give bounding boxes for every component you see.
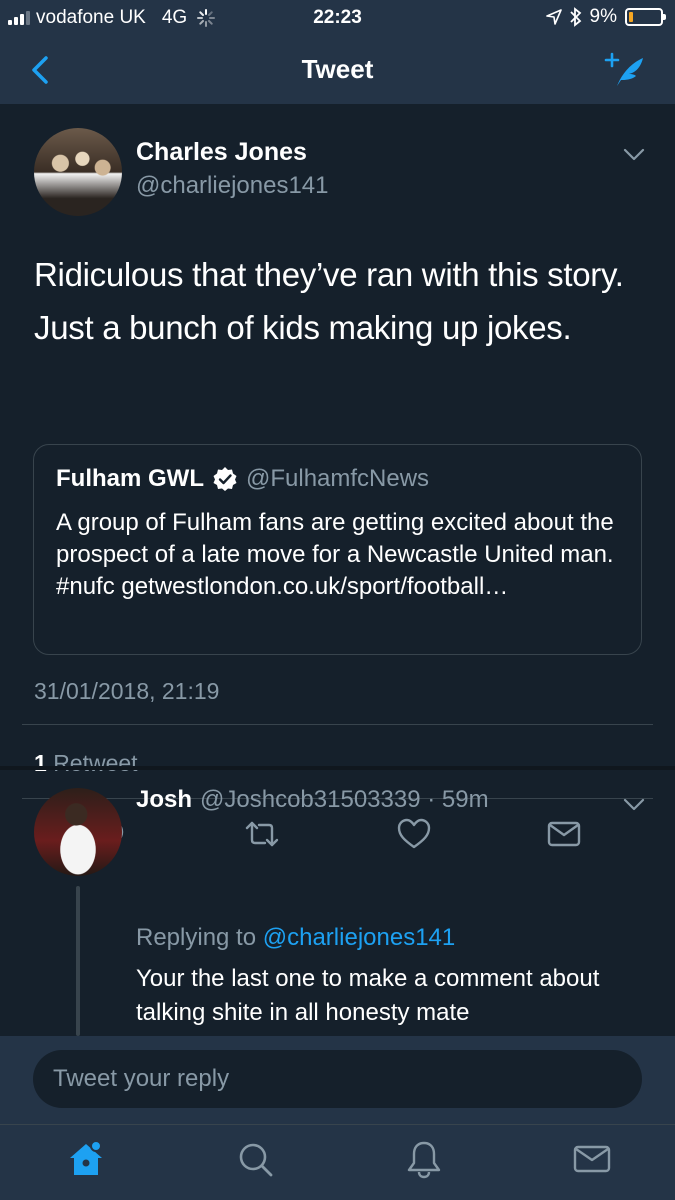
page-title: Tweet <box>301 54 374 84</box>
bluetooth-icon <box>569 7 581 27</box>
nav-bar: Tweet <box>0 36 675 104</box>
replying-to: Replying to @charliejones141 <box>136 924 455 952</box>
author-handle[interactable]: @charliejones141 <box>136 172 328 200</box>
reply-input-placeholder: Tweet your reply <box>53 1065 230 1092</box>
reply-input[interactable]: Tweet your reply <box>33 1050 642 1108</box>
tab-bar <box>0 1124 675 1200</box>
reply-handle-time: @Joshcob31503339 · 59m <box>200 786 489 813</box>
home-icon[interactable] <box>66 1139 106 1179</box>
author-name[interactable]: Charles Jones <box>136 138 307 167</box>
reply-composer: Tweet your reply <box>0 1036 675 1124</box>
divider <box>22 724 653 725</box>
thread-connector <box>76 886 80 1036</box>
quoted-tweet-text: A group of Fulham fans are getting excit… <box>56 509 614 600</box>
replying-to-prefix: Replying to <box>136 924 257 951</box>
search-icon[interactable] <box>235 1139 275 1179</box>
quoted-author-name: Fulham GWL <box>56 465 204 492</box>
quoted-tweet[interactable]: Fulham GWL @FulhamfcNews A group of Fulh… <box>33 444 642 655</box>
avatar[interactable] <box>34 128 122 216</box>
reply-text: Your the last one to make a comment abou… <box>136 965 600 1026</box>
quoted-author-handle: @FulhamfcNews <box>245 465 430 492</box>
battery-icon <box>625 8 666 26</box>
notifications-bell-icon[interactable] <box>404 1139 444 1179</box>
location-arrow-icon <box>545 9 562 25</box>
verified-badge-icon <box>213 467 237 491</box>
avatar[interactable] <box>34 788 122 876</box>
chevron-down-icon[interactable] <box>623 798 645 812</box>
status-right: 9% <box>545 6 666 28</box>
messages-icon[interactable] <box>572 1139 612 1179</box>
reply-author-name[interactable]: Josh <box>136 786 192 814</box>
reply-header: Josh @Joshcob31503339 · 59m <box>136 786 489 814</box>
status-bar: vodafone UK 4G 22:23 9% <box>0 0 675 36</box>
quoted-tweet-header: Fulham GWL @FulhamfcNews <box>56 465 429 493</box>
tweet-text: Ridiculous that they’ve ran with this st… <box>34 256 624 346</box>
reply-tweet[interactable]: Josh @Joshcob31503339 · 59m Replying to … <box>0 770 675 1036</box>
battery-percent: 9% <box>589 6 617 27</box>
compose-tweet-icon[interactable] <box>603 50 647 90</box>
replying-to-handle[interactable]: @charliejones141 <box>263 924 455 951</box>
chevron-down-icon[interactable] <box>623 148 645 162</box>
tweet-timestamp: 31/01/2018, 21:19 <box>34 678 220 704</box>
